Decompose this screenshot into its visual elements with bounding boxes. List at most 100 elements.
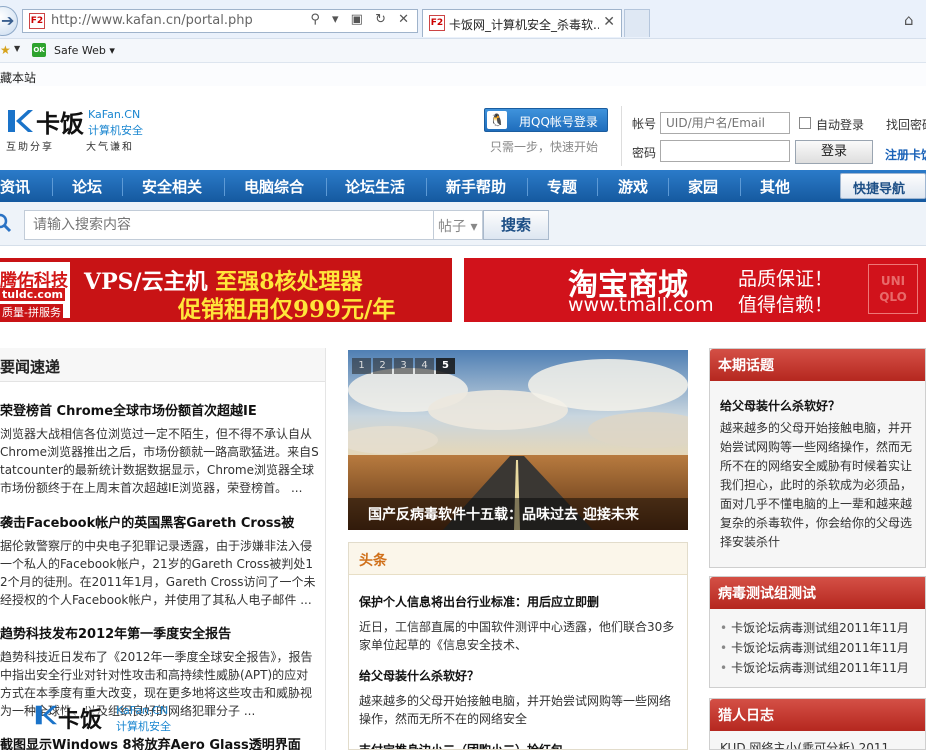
floating-logo-domain: KaFan.CN — [116, 704, 169, 717]
headline-item-title[interactable]: 支付宝推身边小二（团购小二）抢红包 — [359, 741, 681, 749]
slide-page-button[interactable]: 1 — [352, 358, 371, 374]
nav-item-forum[interactable]: 论坛 — [72, 176, 102, 197]
news-panel: 要闻速递 荣登榜首 Chrome全球市场份额首次超越IE 浏览器大战相信各位浏览… — [0, 348, 326, 750]
headline-item: 支付宝推身边小二（团购小二）抢红包 — [359, 741, 681, 749]
url-text[interactable]: http://www.kafan.cn/portal.php — [51, 13, 253, 28]
close-tab-icon[interactable]: ✕ — [603, 14, 615, 30]
news-panel-header: 要闻速递 — [0, 348, 325, 382]
auto-login-checkbox[interactable] — [799, 117, 811, 129]
main-nav: 资讯 论坛 安全相关 电脑综合 论坛生活 新手帮助 专题 游戏 家园 其他 快捷… — [0, 170, 926, 202]
tab-title: 卡饭网_计算机安全_杀毒软... — [449, 18, 599, 32]
kafan-logo-icon — [35, 705, 57, 725]
slide-page-button[interactable]: 4 — [415, 358, 434, 374]
slide-page-button[interactable]: 3 — [394, 358, 413, 374]
nav-divider — [527, 178, 528, 196]
topic-item-title[interactable]: 给父母装什么杀软好？ — [720, 397, 840, 414]
find-password-link[interactable]: 找回密码 — [886, 116, 926, 133]
qq-login-hint: 只需一步，快速开始 — [490, 140, 599, 154]
back-arrow-icon: ➔ — [1, 11, 15, 30]
auto-login-label[interactable]: 自动登录 — [816, 116, 864, 133]
login-button[interactable]: 登录 — [795, 140, 873, 164]
ad-tmall-slogan: 品质保证！ — [738, 268, 834, 290]
logo-slogan-left: 互助分享 — [6, 142, 54, 153]
ad-price: 促销租用仅999元/年 — [178, 296, 396, 322]
nav-item-games[interactable]: 游戏 — [618, 176, 648, 197]
list-item[interactable]: 卡饭论坛病毒测试组2011年11月 — [720, 619, 909, 636]
news-panel-title: 要闻速递 — [0, 358, 61, 376]
floating-logo-tagline: 计算机安全 — [116, 720, 171, 733]
search-bar: 帖子 ▾ 搜索 — [0, 202, 926, 246]
search-icon — [0, 213, 12, 233]
favorites-add-link[interactable]: 藏本站 — [0, 69, 36, 86]
headline-item-title[interactable]: 给父母装什么杀软好？ — [359, 667, 681, 684]
safeweb-menu[interactable]: Safe Web ▾ — [54, 44, 115, 57]
ad-brand-tag: 质量-拼服务 — [0, 304, 63, 320]
topic-panel-header: 本期话题 — [710, 349, 925, 381]
logo-name: 卡饭 — [36, 110, 84, 138]
nav-item-newbie-help[interactable]: 新手帮助 — [446, 176, 506, 197]
nav-divider — [326, 178, 327, 196]
home-icon[interactable]: ⌂ — [904, 11, 914, 29]
back-button[interactable]: ➔ — [0, 6, 18, 36]
nav-item-home[interactable]: 家园 — [688, 176, 718, 197]
account-label: 帐号 — [632, 117, 657, 131]
search-button[interactable]: 搜索 — [483, 210, 549, 240]
virus-test-panel-header: 病毒测试组测试 — [710, 577, 925, 609]
new-tab-button[interactable] — [624, 9, 650, 37]
slideshow[interactable]: 1 2 3 4 5 国产反病毒软件十五载：品味过去 迎接未来 — [348, 350, 688, 530]
headline-panel: 头条 保护个人信息将出台行业标准：用后应立即删 近日，工信部直属的中国软件测评中… — [348, 542, 688, 750]
quick-nav-button[interactable]: 快捷导航 — [840, 173, 926, 199]
ad-brand-url: tuldc.com — [0, 288, 65, 301]
browser-tab[interactable]: F2 卡饭网_计算机安全_杀毒软... ✕ — [422, 9, 622, 37]
headline-panel-title: 头条 — [359, 553, 387, 569]
ad-banner-vps[interactable]: 腾佑科技 tuldc.com 质量-拼服务 VPS/云主机 至强8核处理器 促销… — [0, 258, 452, 322]
uniqlo-logo: UNI QLO — [868, 264, 918, 314]
search-type-select[interactable]: 帖子 ▾ — [433, 210, 483, 240]
safeweb-icon[interactable]: OK — [32, 43, 46, 57]
list-item[interactable]: 卡饭论坛病毒测试组2011年11月 — [720, 639, 909, 656]
list-item[interactable]: KUD 网络主小(乘可分析) 2011 — [720, 739, 889, 749]
ad-banner-tmall[interactable]: 淘宝商城 www.tmall.com 品质保证！ 值得信赖！ UNI QLO — [464, 258, 926, 322]
password-input[interactable] — [660, 140, 790, 162]
register-link[interactable]: 注册卡饭 — [885, 146, 926, 163]
nav-item-forum-life[interactable]: 论坛生活 — [345, 176, 405, 197]
qq-login-button[interactable]: 🐧 用QQ帐号登录 — [484, 108, 608, 132]
nav-divider — [52, 178, 53, 196]
ad-brand-block: 腾佑科技 tuldc.com 质量-拼服务 — [0, 262, 70, 320]
nav-item-other[interactable]: 其他 — [760, 176, 790, 197]
favorites-star-icon[interactable]: ★ — [0, 43, 11, 57]
news-item-title[interactable]: 趋势科技发布2012年第一季度安全报告 — [0, 623, 320, 642]
nav-item-security[interactable]: 安全相关 — [142, 176, 202, 197]
headline-item-title[interactable]: 保护个人信息将出台行业标准：用后应立即删 — [359, 593, 681, 610]
list-item[interactable]: 卡饭论坛病毒测试组2011年11月 — [720, 659, 909, 676]
browser-chrome: ➔ F2 http://www.kafan.cn/portal.php ⚲ ▾ … — [0, 0, 926, 86]
address-bar-icons[interactable]: ⚲ ▾ ▣ ↻ ✕ — [310, 12, 413, 27]
nav-item-news[interactable]: 资讯 — [0, 176, 30, 197]
news-item-title[interactable]: 袭击Facebook帐户的英国黑客Gareth Cross被 — [0, 512, 320, 531]
tab-favicon-icon: F2 — [429, 15, 445, 31]
virus-test-panel: 病毒测试组测试 卡饭论坛病毒测试组2011年11月 卡饭论坛病毒测试组2011年… — [709, 576, 926, 688]
search-input[interactable] — [24, 210, 434, 240]
logo-slogan-right: 大气谦和 — [86, 142, 134, 153]
account-input[interactable] — [660, 112, 790, 134]
topic-panel-title: 本期话题 — [718, 358, 774, 374]
news-item-summary: 浏览器大战相信各位浏览过一定不陌生，但不得不承认自从Chrome浏览器推出之后，… — [0, 427, 319, 495]
command-bar: ★ ▼ OK Safe Web ▾ — [0, 38, 926, 62]
topic-item-summary: 越来越多的父母开始接触电脑，并开始尝试网购等一些网络操作，然而无所不在的网络安全… — [720, 421, 913, 549]
quick-nav-label: 快捷导航 — [853, 182, 906, 197]
ad-tmall-slogan: 值得信赖！ — [738, 294, 834, 316]
address-bar[interactable]: F2 http://www.kafan.cn/portal.php ⚲ ▾ ▣ … — [22, 9, 418, 33]
nav-item-computer[interactable]: 电脑综合 — [244, 176, 304, 197]
nav-item-topics[interactable]: 专题 — [547, 176, 577, 197]
hunter-log-panel-title: 猎人日志 — [718, 708, 774, 724]
slide-page-button-active[interactable]: 5 — [436, 358, 455, 374]
qq-login-label: 用QQ帐号登录 — [519, 115, 598, 129]
slide-page-button[interactable]: 2 — [373, 358, 392, 374]
news-item-title[interactable]: 荣登榜首 Chrome全球市场份额首次超越IE — [0, 400, 320, 419]
slide-caption[interactable]: 国产反病毒软件十五载：品味过去 迎接未来 — [348, 498, 688, 530]
site-favicon-icon: F2 — [29, 13, 45, 29]
floating-logo[interactable]: 卡饭 KaFan.CN 计算机安全 — [34, 702, 184, 742]
chevron-down-icon[interactable]: ▼ — [14, 44, 20, 53]
headline-item: 给父母装什么杀软好？ 越来越多的父母开始接触电脑，并开始尝试网购等一些网络操作，… — [359, 667, 681, 728]
qq-penguin-icon: 🐧 — [487, 111, 507, 129]
